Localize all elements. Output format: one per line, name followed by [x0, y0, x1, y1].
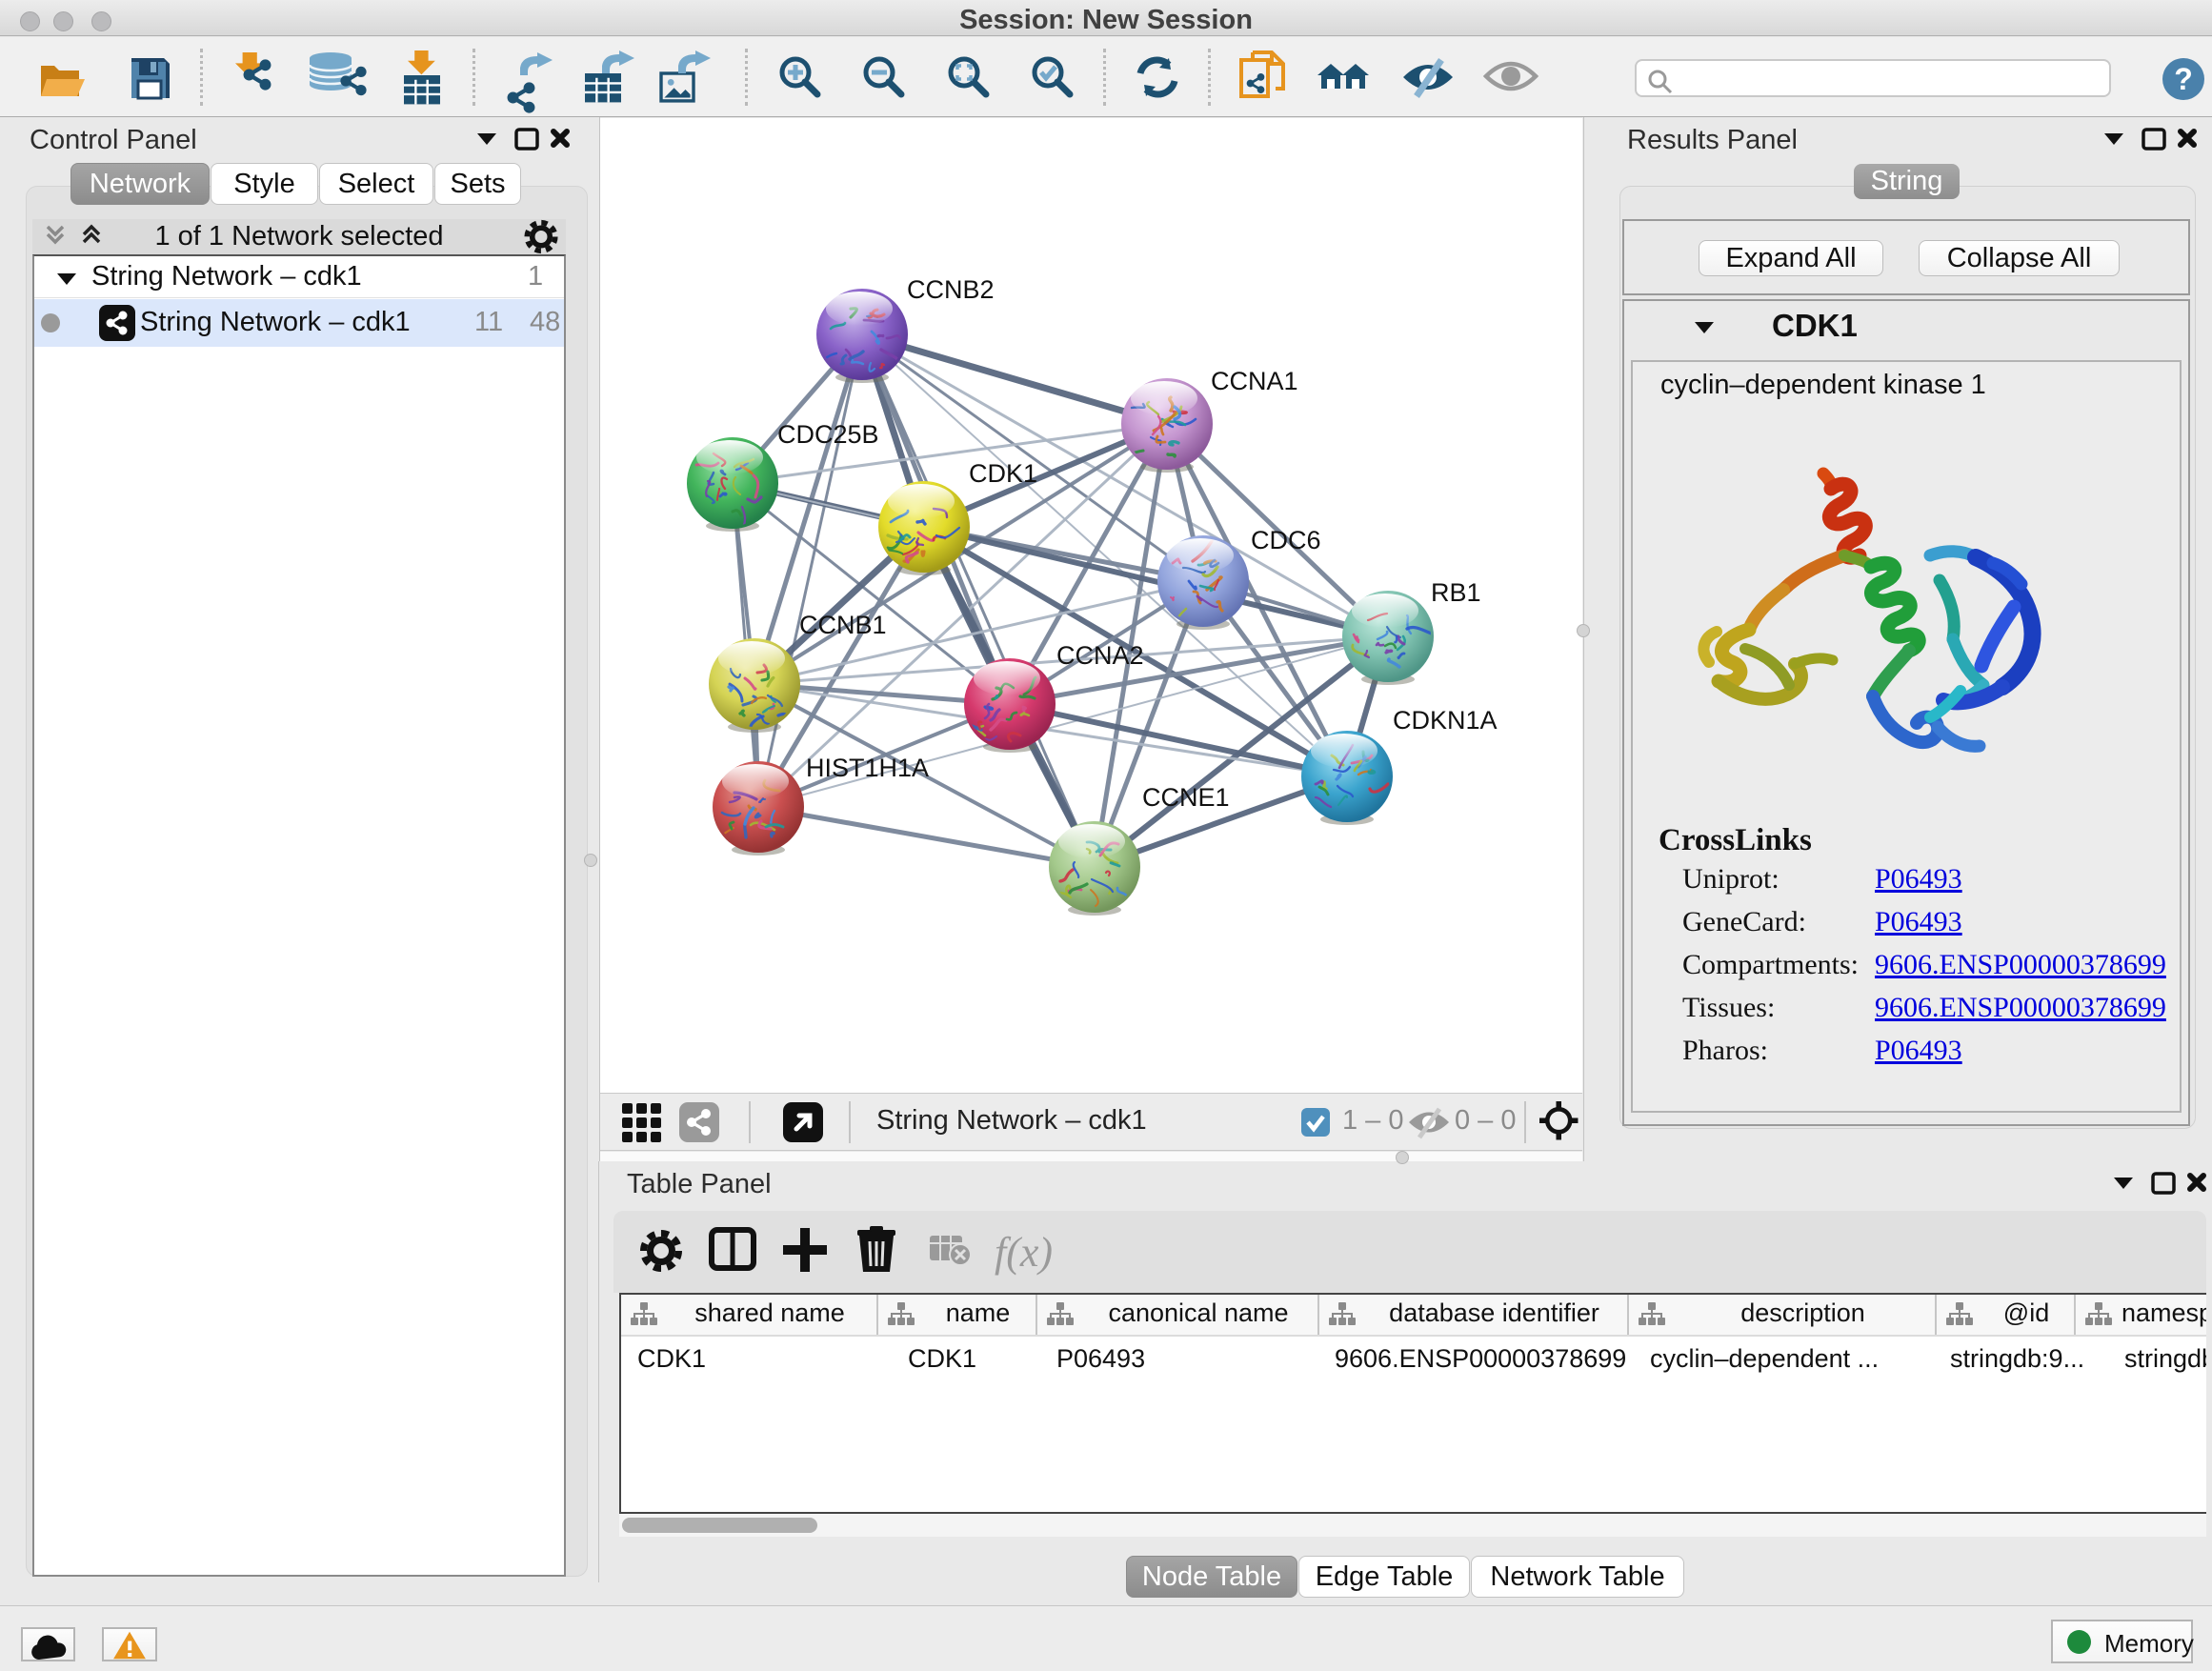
- svg-text:CDK1: CDK1: [969, 459, 1037, 488]
- svg-text:f(x): f(x): [995, 1229, 1053, 1276]
- svg-text:CCNA2: CCNA2: [1056, 641, 1144, 670]
- svg-text:CCNE1: CCNE1: [1142, 783, 1230, 812]
- svg-text:CDC25B: CDC25B: [777, 420, 879, 449]
- svg-text:CDC6: CDC6: [1251, 526, 1321, 554]
- svg-text:HIST1H1A: HIST1H1A: [806, 754, 929, 782]
- svg-text:CCNB1: CCNB1: [799, 611, 887, 639]
- svg-text:CDKN1A: CDKN1A: [1393, 706, 1498, 735]
- svg-text:CCNB2: CCNB2: [907, 275, 995, 304]
- svg-text:?: ?: [2174, 62, 2193, 96]
- svg-text:RB1: RB1: [1431, 578, 1481, 607]
- svg-text:CCNA1: CCNA1: [1211, 367, 1298, 395]
